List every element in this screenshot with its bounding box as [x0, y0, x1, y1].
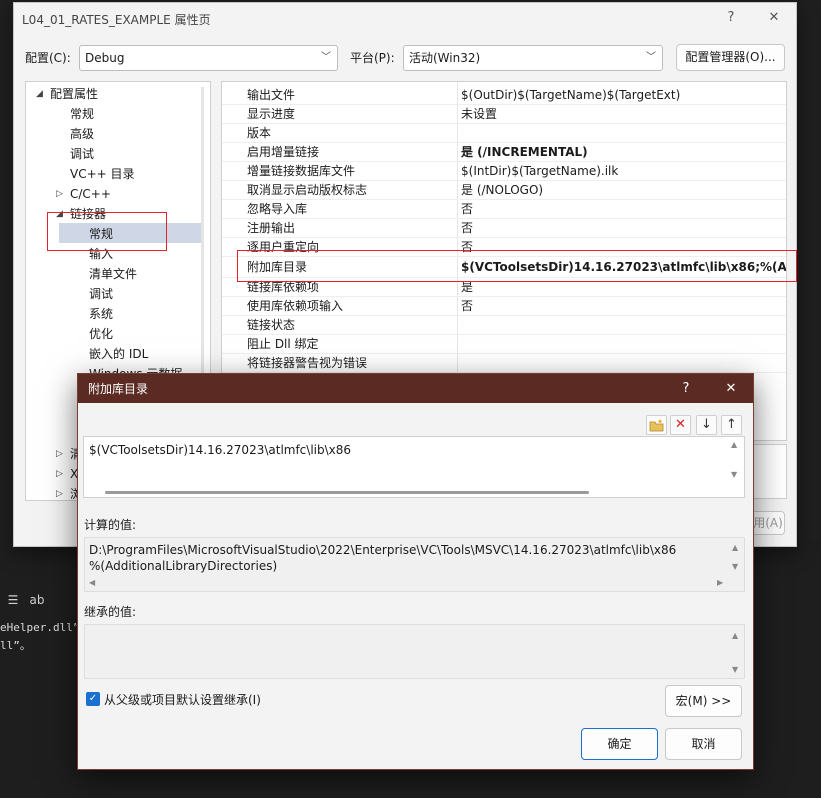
property-name: 取消显示启动版权标志 — [247, 183, 368, 197]
property-name: 链接状态 — [247, 318, 296, 332]
help-button[interactable]: ? — [718, 7, 744, 29]
property-name: 显示进度 — [247, 107, 296, 121]
move-up-icon[interactable]: ↑ — [721, 415, 742, 435]
collapse-icon[interactable]: ▷ — [56, 464, 63, 484]
grid-row[interactable]: 忽略导入库 否 — [222, 200, 786, 219]
grid-row[interactable]: 显示进度 未设置 — [222, 105, 786, 124]
property-name: 启用增量链接 — [247, 145, 320, 159]
chevron-down-icon: ﹀ — [321, 52, 331, 63]
tree-item[interactable]: 配置属性 — [50, 84, 98, 104]
dialog-title: 附加库目录 — [88, 382, 149, 396]
scroll-right-icon[interactable]: ▶ — [717, 578, 723, 587]
grid-row[interactable]: 阻止 Dll 绑定 — [222, 335, 786, 354]
scroll-down-icon[interactable]: ▼ — [732, 665, 738, 674]
config-label: 配置(C): — [25, 51, 71, 65]
delete-icon[interactable]: ✕ — [670, 415, 691, 435]
close-button[interactable]: ✕ — [719, 378, 743, 400]
property-value: 未设置 — [461, 107, 498, 121]
word-wrap-icon[interactable]: ab — [28, 592, 46, 608]
property-value: $(IntDir)$(TargetName).ilk — [461, 164, 619, 178]
property-value: 否 — [461, 221, 474, 235]
computed-line: %(AdditionalLibraryDirectories) — [89, 559, 278, 573]
new-folder-icon[interactable] — [646, 415, 667, 435]
config-manager-button[interactable]: 配置管理器(O)... — [676, 44, 785, 71]
config-combo[interactable]: Debug ﹀ — [79, 45, 338, 71]
ide-output-toolbar — [0, 558, 80, 618]
expand-icon[interactable]: ◢ — [36, 84, 43, 104]
scroll-up-icon[interactable]: ▲ — [732, 631, 738, 640]
tree-item[interactable]: 清单文件 — [89, 264, 137, 284]
cancel-button[interactable]: 取消 — [665, 728, 742, 760]
platform-label: 平台(P): — [350, 51, 395, 65]
computed-label: 计算的值: — [84, 518, 137, 532]
window-title: L04_01_RATES_EXAMPLE 属性页 — [22, 13, 211, 27]
property-value: 否 — [461, 202, 474, 216]
directory-entry[interactable]: $(VCToolsetsDir)14.16.27023\atlmfc\lib\x… — [89, 443, 351, 457]
property-name: 输出文件 — [247, 88, 296, 102]
property-value: 是 (/INCREMENTAL) — [461, 145, 588, 159]
dialog-titlebar: 附加库目录 ? ✕ — [78, 374, 753, 403]
tree-item[interactable]: C/C++ — [70, 184, 111, 204]
inherit-checkbox-label[interactable]: 从父级或项目默认设置继承(I) — [104, 691, 261, 708]
grid-row[interactable]: 增量链接数据库文件 $(IntDir)$(TargetName).ilk — [222, 162, 786, 181]
grid-row[interactable]: 注册输出 否 — [222, 219, 786, 238]
tree-item[interactable]: VC++ 目录 — [70, 164, 135, 184]
chevron-down-icon: ﹀ — [646, 52, 656, 63]
computed-line: D:\ProgramFiles\MicrosoftVisualStudio\20… — [89, 543, 677, 557]
tree-item[interactable]: 调试 — [89, 284, 113, 304]
collapse-icon[interactable]: ▷ — [56, 484, 63, 500]
additional-library-dialog: 附加库目录 ? ✕ ✕ ↓ ↑ $(VCToolsetsDir)14.16.27… — [77, 373, 754, 770]
property-value: 是 (/NOLOGO) — [461, 183, 544, 197]
grid-row[interactable]: 输出文件 $(OutDir)$(TargetName)$(TargetExt) — [222, 86, 786, 105]
scroll-up-icon[interactable]: ▲ — [731, 440, 737, 449]
property-value: 否 — [461, 299, 474, 313]
config-value: Debug — [85, 51, 125, 65]
scroll-down-icon[interactable]: ▼ — [732, 562, 738, 571]
move-down-icon[interactable]: ↓ — [696, 415, 717, 435]
close-button[interactable]: ✕ — [761, 7, 787, 29]
collapse-icon[interactable]: ▷ — [56, 184, 63, 204]
property-name: 版本 — [247, 126, 272, 140]
platform-value: 活动(Win32) — [409, 51, 481, 65]
property-name: 使用库依赖项输入 — [247, 299, 344, 313]
highlight-box — [47, 212, 167, 251]
ide-output-line: ll”。 — [0, 639, 31, 652]
property-name: 阻止 Dll 绑定 — [247, 337, 319, 351]
macros-button[interactable]: 宏(M) >> — [665, 685, 742, 717]
tree-item[interactable]: 嵌入的 IDL — [89, 344, 148, 364]
ok-button[interactable]: 确定 — [581, 728, 658, 760]
property-name: 忽略导入库 — [247, 202, 308, 216]
ide-output-line: eHelper.dll” — [0, 621, 80, 634]
property-name: 注册输出 — [247, 221, 296, 235]
inherit-checkbox[interactable]: ✓ — [86, 692, 100, 706]
grid-row[interactable]: 取消显示启动版权标志 是 (/NOLOGO) — [222, 181, 786, 200]
grid-row[interactable]: 版本 — [222, 124, 786, 143]
property-name: 将链接器警告视为错误 — [247, 356, 368, 370]
grid-row[interactable]: 链接状态 — [222, 316, 786, 335]
scroll-left-icon[interactable]: ◀ — [89, 578, 95, 587]
scroll-down-icon[interactable]: ▼ — [731, 470, 737, 479]
computed-values: D:\ProgramFiles\MicrosoftVisualStudio\20… — [84, 537, 745, 592]
inherited-label: 继承的值: — [84, 605, 137, 619]
collapse-icon[interactable]: ▷ — [56, 444, 63, 464]
tree-item[interactable]: 调试 — [70, 144, 94, 164]
property-name: 增量链接数据库文件 — [247, 164, 356, 178]
highlight-box — [237, 250, 797, 282]
property-value: $(OutDir)$(TargetName)$(TargetExt) — [461, 88, 681, 102]
inherited-values: ▲ ▼ — [84, 624, 745, 679]
grid-row[interactable]: 使用库依赖项输入 否 — [222, 297, 786, 316]
platform-combo[interactable]: 活动(Win32) ﹀ — [403, 45, 663, 71]
grid-row[interactable]: 启用增量链接 是 (/INCREMENTAL) — [222, 143, 786, 162]
horizontal-scrollbar[interactable] — [105, 491, 589, 494]
clear-all-icon[interactable]: ☰ — [4, 592, 22, 608]
grid-row[interactable]: 将链接器警告视为错误 — [222, 354, 786, 373]
scroll-up-icon[interactable]: ▲ — [732, 543, 738, 552]
directory-list[interactable]: $(VCToolsetsDir)14.16.27023\atlmfc\lib\x… — [83, 436, 745, 498]
tree-item[interactable]: 优化 — [89, 324, 113, 344]
tree-item[interactable]: 系统 — [89, 304, 113, 324]
help-button[interactable]: ? — [674, 378, 698, 400]
tree-item[interactable]: 常规 — [70, 104, 94, 124]
tree-item[interactable]: 高级 — [70, 124, 94, 144]
